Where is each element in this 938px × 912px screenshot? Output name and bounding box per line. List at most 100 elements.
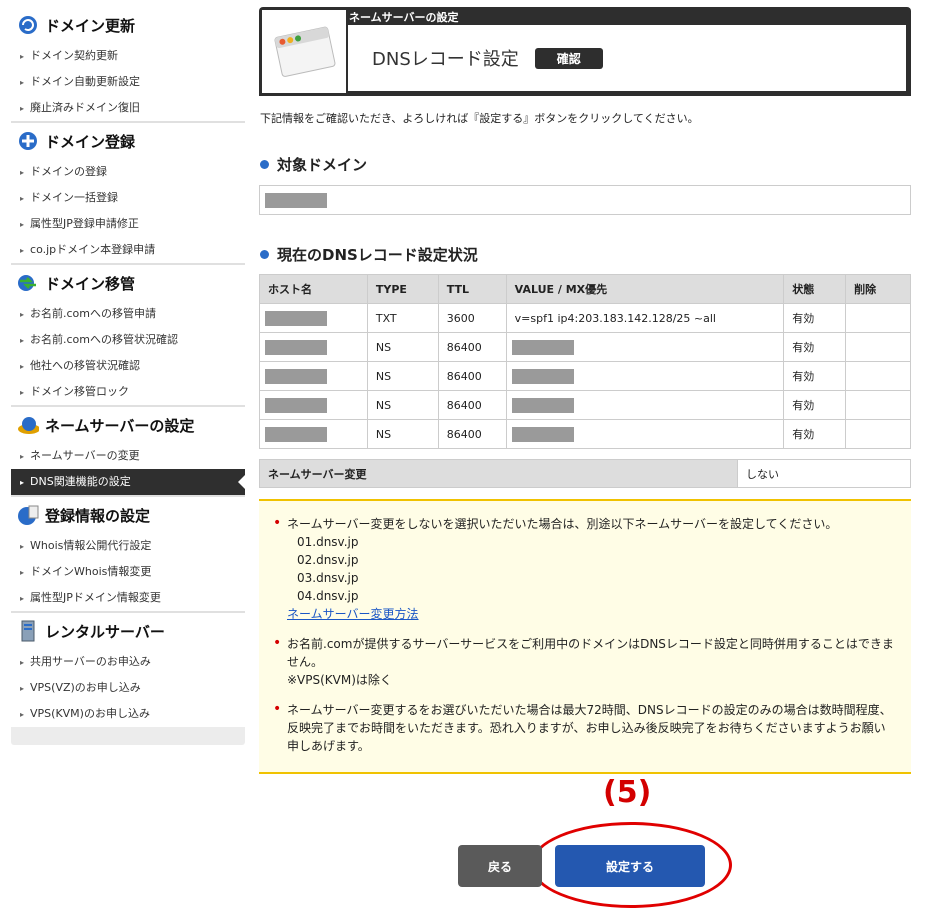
bullet-icon: • xyxy=(273,635,282,651)
type-cell: NS xyxy=(366,419,439,449)
redacted-host xyxy=(265,397,327,413)
header-category: ネームサーバーの設定 xyxy=(349,11,459,24)
transfer-globe-icon xyxy=(17,272,39,294)
notice-text: お名前.comが提供するサーバーサービスをご利用中のドメインはDNSレコード設定… xyxy=(287,637,894,669)
col-delete: 削除 xyxy=(845,274,911,304)
back-button[interactable]: 戻る xyxy=(458,845,542,887)
type-cell: TXT xyxy=(366,303,439,333)
sidebar-item-bulk-register[interactable]: ドメイン一括登録 xyxy=(11,185,245,211)
sidebar-item-shared-server[interactable]: 共用サーバーのお申込み xyxy=(11,649,245,675)
sidebar-item-transfer-lock[interactable]: ドメイン移管ロック xyxy=(11,379,245,405)
host-cell xyxy=(259,332,368,362)
sidebar-item-vps-kvm[interactable]: VPS(KVM)のお申し込み xyxy=(11,701,245,727)
value-cell: v=spf1 ip4:203.183.142.128/25 ~all xyxy=(505,303,785,333)
dns-record-table: ホスト名 TYPE TTL VALUE / MX優先 状態 削除 TXT 360… xyxy=(259,274,911,449)
sidebar-item-jp-fix[interactable]: 属性型JP登録申請修正 xyxy=(11,211,245,237)
status-cell: 有効 xyxy=(783,419,847,449)
col-host: ホスト名 xyxy=(259,274,368,304)
header-panel: DNSレコード設定 確認 xyxy=(348,25,906,91)
type-cell: NS xyxy=(366,332,439,362)
status-cell: 有効 xyxy=(783,332,847,362)
redacted-value xyxy=(511,397,574,413)
host-cell xyxy=(259,361,368,391)
sidebar-item-jp-info-change[interactable]: 属性型JPドメイン情報変更 xyxy=(11,585,245,611)
sidebar-item-domain-register[interactable]: ドメインの登録 xyxy=(11,159,245,185)
sidebar-item-outbound-status[interactable]: 他社への移管状況確認 xyxy=(11,353,245,379)
list-item: 01.dnsv.jp xyxy=(297,535,359,549)
table-row: NS 86400 有効 xyxy=(259,332,911,362)
value-cell xyxy=(505,419,785,449)
sidebar-heading: 登録情報の設定 xyxy=(11,497,245,533)
sidebar-item-ns-change[interactable]: ネームサーバーの変更 xyxy=(11,443,245,469)
delete-cell xyxy=(845,390,911,420)
notice-subtext: ※VPS(KVM)は除く xyxy=(287,673,392,687)
sidebar: ドメイン更新 ドメイン契約更新 ドメイン自動更新設定 廃止済みドメイン復旧 ドメ… xyxy=(11,7,245,745)
col-ttl: TTL xyxy=(437,274,507,304)
sidebar-item-whois-change[interactable]: ドメインWhois情報変更 xyxy=(11,559,245,585)
value-cell xyxy=(505,390,785,420)
sidebar-heading: ネームサーバーの設定 xyxy=(11,407,245,443)
bullet-icon xyxy=(260,250,269,259)
notice-text: ネームサーバー変更をしないを選択いただいた場合は、別途以下ネームサーバーを設定し… xyxy=(287,517,838,531)
ttl-cell: 86400 xyxy=(437,361,507,391)
sidebar-item-domain-renew[interactable]: ドメイン契約更新 xyxy=(11,43,245,69)
plus-circle-icon xyxy=(17,130,39,152)
delete-cell xyxy=(845,332,911,362)
sidebar-heading: レンタルサーバー xyxy=(11,613,245,649)
bullet-icon: • xyxy=(273,515,282,531)
table-row: NS 86400 有効 xyxy=(259,419,911,449)
registration-globe-icon xyxy=(17,504,39,526)
nameserver-change-label: ネームサーバー変更 xyxy=(260,460,738,487)
sidebar-section-domain-renewal: ドメイン更新 ドメイン契約更新 ドメイン自動更新設定 廃止済みドメイン復旧 xyxy=(11,7,245,123)
host-cell xyxy=(259,419,368,449)
list-item: 04.dnsv.jp xyxy=(297,589,359,603)
sidebar-section-domain-transfer: ドメイン移管 お名前.comへの移管申請 お名前.comへの移管状況確認 他社へ… xyxy=(11,265,245,407)
table-row: TXT 3600 v=spf1 ip4:203.183.142.128/25 ~… xyxy=(259,303,911,333)
sidebar-item-cojp-register[interactable]: co.jpドメイン本登録申請 xyxy=(11,237,245,263)
delete-cell xyxy=(845,361,911,391)
col-type: TYPE xyxy=(366,274,439,304)
page-header: ネームサーバーの設定 DNSレコード設定 確認 xyxy=(259,7,911,96)
sidebar-item-transfer-apply[interactable]: お名前.comへの移管申請 xyxy=(11,301,245,327)
sidebar-section-registration-info: 登録情報の設定 Whois情報公開代行設定 ドメインWhois情報変更 属性型J… xyxy=(11,497,245,613)
redacted-domain xyxy=(265,193,327,208)
redacted-host xyxy=(265,426,327,442)
confirm-badge: 確認 xyxy=(534,47,603,69)
server-globe-icon xyxy=(17,414,39,436)
ttl-cell: 86400 xyxy=(437,390,507,420)
nameserver-change-guide-link[interactable]: ネームサーバー変更方法 xyxy=(287,607,419,621)
dns-status-heading: 現在のDNSレコード設定状況 xyxy=(260,244,478,265)
table-row: NS 86400 有効 xyxy=(259,390,911,420)
sidebar-heading: ドメイン登録 xyxy=(11,123,245,159)
window-icon xyxy=(262,10,346,93)
redacted-value xyxy=(511,339,574,355)
notice-box: • ネームサーバー変更をしないを選択いただいた場合は、別途以下ネームサーバーを設… xyxy=(259,499,911,774)
redacted-value xyxy=(511,426,574,442)
notice-item: • ネームサーバー変更するをお選びいただいた場合は最大72時間、DNSレコードの… xyxy=(273,701,895,755)
redacted-host xyxy=(265,339,327,355)
sidebar-item-whois-proxy[interactable]: Whois情報公開代行設定 xyxy=(11,533,245,559)
nameserver-change-value: しない xyxy=(746,467,779,481)
redacted-host xyxy=(265,310,327,326)
sidebar-section-domain-registration: ドメイン登録 ドメインの登録 ドメイン一括登録 属性型JP登録申請修正 co.j… xyxy=(11,123,245,265)
notice-text: ネームサーバー変更するをお選びいただいた場合は最大72時間、DNSレコードの設定… xyxy=(287,703,892,753)
status-cell: 有効 xyxy=(783,303,847,333)
intro-text: 下記情報をご確認いただき、よろしければ『設定する』ボタンをクリックしてください。 xyxy=(260,112,699,125)
target-domain-heading: 対象ドメイン xyxy=(260,154,367,175)
sidebar-item-domain-restore[interactable]: 廃止済みドメイン復旧 xyxy=(11,95,245,121)
step-annotation: (5) xyxy=(603,775,652,810)
target-domain-box xyxy=(259,185,911,215)
sidebar-item-transfer-status[interactable]: お名前.comへの移管状況確認 xyxy=(11,327,245,353)
server-tower-icon xyxy=(17,620,39,642)
sidebar-item-auto-renew[interactable]: ドメイン自動更新設定 xyxy=(11,69,245,95)
bullet-icon: • xyxy=(273,701,282,717)
notice-item: • お名前.comが提供するサーバーサービスをご利用中のドメインはDNSレコード… xyxy=(273,635,895,689)
page-title: DNSレコード設定 xyxy=(372,49,519,70)
host-cell xyxy=(259,390,368,420)
sidebar-item-vps-vz[interactable]: VPS(VZ)のお申し込み xyxy=(11,675,245,701)
sidebar-section-rental-server: レンタルサーバー 共用サーバーのお申込み VPS(VZ)のお申し込み VPS(K… xyxy=(11,613,245,727)
redacted-value xyxy=(511,368,574,384)
type-cell: NS xyxy=(366,361,439,391)
sidebar-item-dns-settings[interactable]: DNS関連機能の設定 xyxy=(11,469,245,495)
submit-button[interactable]: 設定する xyxy=(555,845,705,887)
